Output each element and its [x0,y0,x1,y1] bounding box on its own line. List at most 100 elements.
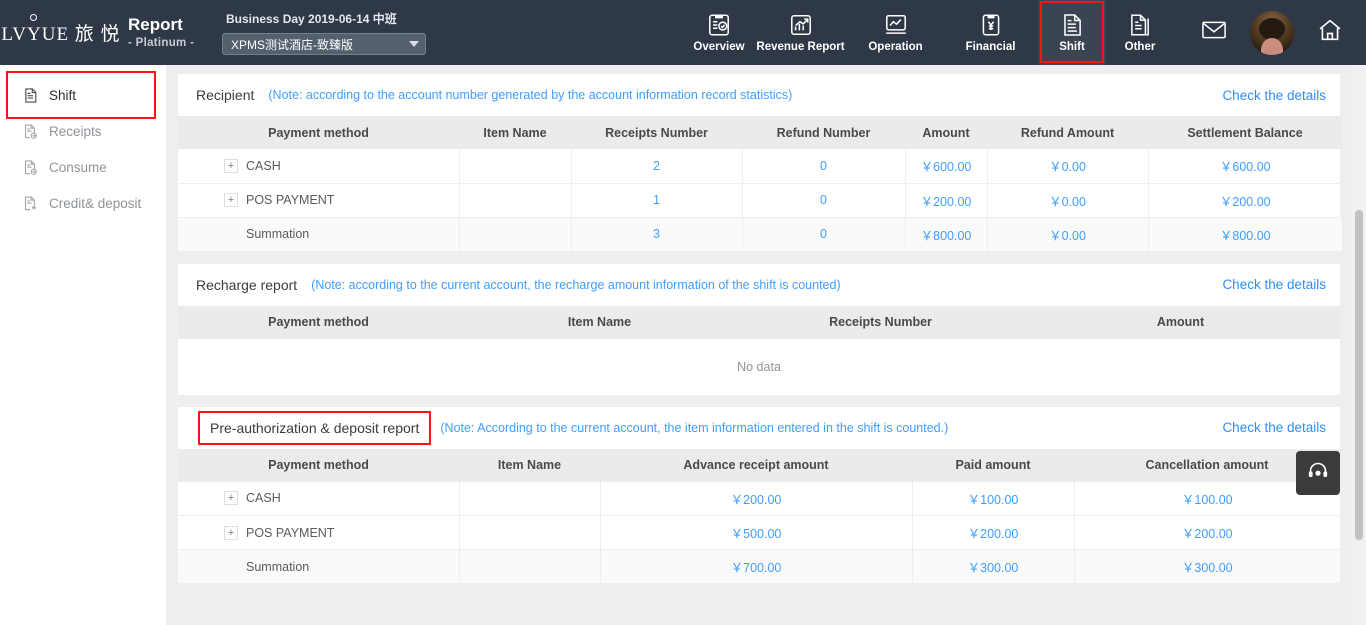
business-day-block: Business Day 2019-06-14 中班 XPMS测试酒店-致臻版 [214,10,454,55]
cell-paid-amount: ￥200.00 [912,515,1075,550]
section-recharge-report: Recharge report (Note: according to the … [178,263,1340,395]
th-receipts-number: Receipts Number [740,305,1021,339]
sidebar-item-credit-deposit[interactable]: Credit& deposit [0,185,166,221]
expand-row-button[interactable]: + [224,491,238,506]
section-recharge-note: (Note: according to the current account,… [311,277,841,292]
th-advance-receipt-amount: Advance receipt amount [600,448,912,482]
page-subtitle: - Platinum - [128,37,195,50]
recipient-table: Payment method Item Name Receipts Number… [178,116,1342,252]
section-recharge-title: Recharge report [196,276,298,293]
cell-amount: ￥800.00 [905,217,988,252]
logo-ring-icon [30,14,38,21]
recharge-empty-state: No data [737,359,781,374]
headset-icon [1306,459,1330,488]
line-chart-icon [883,12,909,38]
cell-settlement-balance: ￥800.00 [1148,217,1342,252]
nav-item-operation[interactable]: Operation [848,0,943,65]
document-arrow-icon [22,159,39,176]
nav-label-financial: Financial [965,41,1016,53]
cell-item-name [459,481,601,516]
avatar[interactable] [1250,10,1294,55]
scrollbar-thumb[interactable] [1355,210,1363,540]
brand-name: LVYUE 旅 悦 [1,24,121,45]
nav-item-shift[interactable]: Shift [1038,0,1106,65]
section-recipient-details-link[interactable]: Check the details [1222,88,1326,103]
nav-item-other[interactable]: Other [1106,0,1174,65]
section-preauth-note: (Note: According to the current account,… [440,420,949,435]
cell-refund-number: 0 [742,183,906,218]
clipboard-check-icon [706,12,732,38]
summation-label: Summation [246,559,310,574]
cell-cancellation-amount: ￥300.00 [1074,549,1340,584]
nav-label-operation: Operation [868,41,923,53]
cell-payment-method: + CASH [178,481,460,516]
top-bar: LVYUE 旅 悦 Report - Platinum - Business D… [0,0,1366,65]
expand-row-button[interactable]: + [224,193,238,207]
vertical-scrollbar[interactable] [1352,65,1366,625]
sidebar-label-receipts: Receipts [49,123,102,139]
th-amount: Amount [905,116,987,149]
brand-logo[interactable]: LVYUE 旅 悦 [0,0,122,65]
th-item-name: Item Name [459,305,740,339]
table-summary-row: Summation ￥700.00 ￥300.00 ￥300.00 [178,549,1340,584]
section-recipient-note: (Note: according to the account number g… [268,88,793,102]
table-row: + POS PAYMENT 1 0 ￥200.00 ￥0.00 ￥200.00 [178,183,1342,218]
section-preauth-header: Pre-authorization & deposit report (Note… [178,407,1340,449]
sidebar-item-shift[interactable]: Shift [0,71,166,119]
cell-advance-receipt-amount: ￥700.00 [600,549,913,584]
clipboard-yen-icon [978,12,1004,38]
cell-payment-method: + POS PAYMENT [178,183,460,218]
nav-item-revenue-report[interactable]: Revenue Report [753,0,848,65]
cell-advance-receipt-amount: ￥200.00 [600,481,913,516]
section-preauth-deposit-report: Pre-authorization & deposit report (Note… [178,406,1340,584]
chevron-down-icon [409,41,419,47]
payment-method-label: CASH [246,491,281,506]
cell-receipts-number: 1 [571,183,743,218]
support-button[interactable] [1296,451,1340,495]
cell-refund-amount: ￥0.00 [987,183,1149,218]
main-nav: Overview Revenue Report Operation Financ… [685,0,1174,65]
sidebar: Shift Receipts Consume Credit& deposit [0,65,166,625]
nav-label-other: Other [1124,41,1156,53]
envelope-icon[interactable] [1200,16,1228,49]
cell-item-name [459,549,601,584]
home-icon[interactable] [1316,16,1344,49]
sidebar-item-consume[interactable]: Consume [0,149,166,185]
hotel-select[interactable]: XPMS测试酒店-致臻版 [222,33,426,55]
th-payment-method: Payment method [178,448,459,482]
business-day-label: Business Day 2019-06-14 中班 [226,12,397,26]
payment-method-label: CASH [246,158,281,173]
expand-row-button[interactable]: + [224,525,238,540]
sidebar-label-credit-deposit: Credit& deposit [49,195,142,211]
hotel-select-value: XPMS测试酒店-致臻版 [231,37,354,52]
cell-amount: ￥200.00 [905,183,988,218]
expand-row-button[interactable]: + [224,158,238,173]
documents-stack-icon [1127,12,1153,38]
cell-item-name [459,515,601,550]
section-recipient-title: Recipient [196,87,255,103]
report-identity: Report - Platinum - [122,15,214,51]
document-icon [22,87,39,104]
th-payment-method: Payment method [178,116,459,149]
nav-item-financial[interactable]: Financial [943,0,1038,65]
sidebar-label-consume: Consume [49,159,107,175]
cell-amount: ￥600.00 [905,149,988,184]
th-item-name: Item Name [459,116,571,149]
sidebar-item-receipts[interactable]: Receipts [0,113,166,149]
cell-payment-method: Summation [178,549,460,584]
document-lines-icon [1059,12,1085,38]
recharge-table: Payment method Item Name Receipts Number… [178,305,1340,339]
cell-item-name [459,217,572,252]
sidebar-label-shift: Shift [49,87,77,103]
nav-label-revenue-report: Revenue Report [756,41,845,53]
section-recharge-details-link[interactable]: Check the details [1222,277,1326,292]
summation-label: Summation [246,227,310,241]
section-preauth-details-link[interactable]: Check the details [1222,420,1326,435]
document-star-icon [22,195,39,212]
th-receipts-number: Receipts Number [571,116,742,149]
th-amount: Amount [1021,305,1340,339]
cell-payment-method: + CASH [178,149,460,184]
preauth-table: Payment method Item Name Advance receipt… [178,448,1340,584]
nav-item-overview[interactable]: Overview [685,0,753,65]
cell-paid-amount: ￥100.00 [912,481,1075,516]
